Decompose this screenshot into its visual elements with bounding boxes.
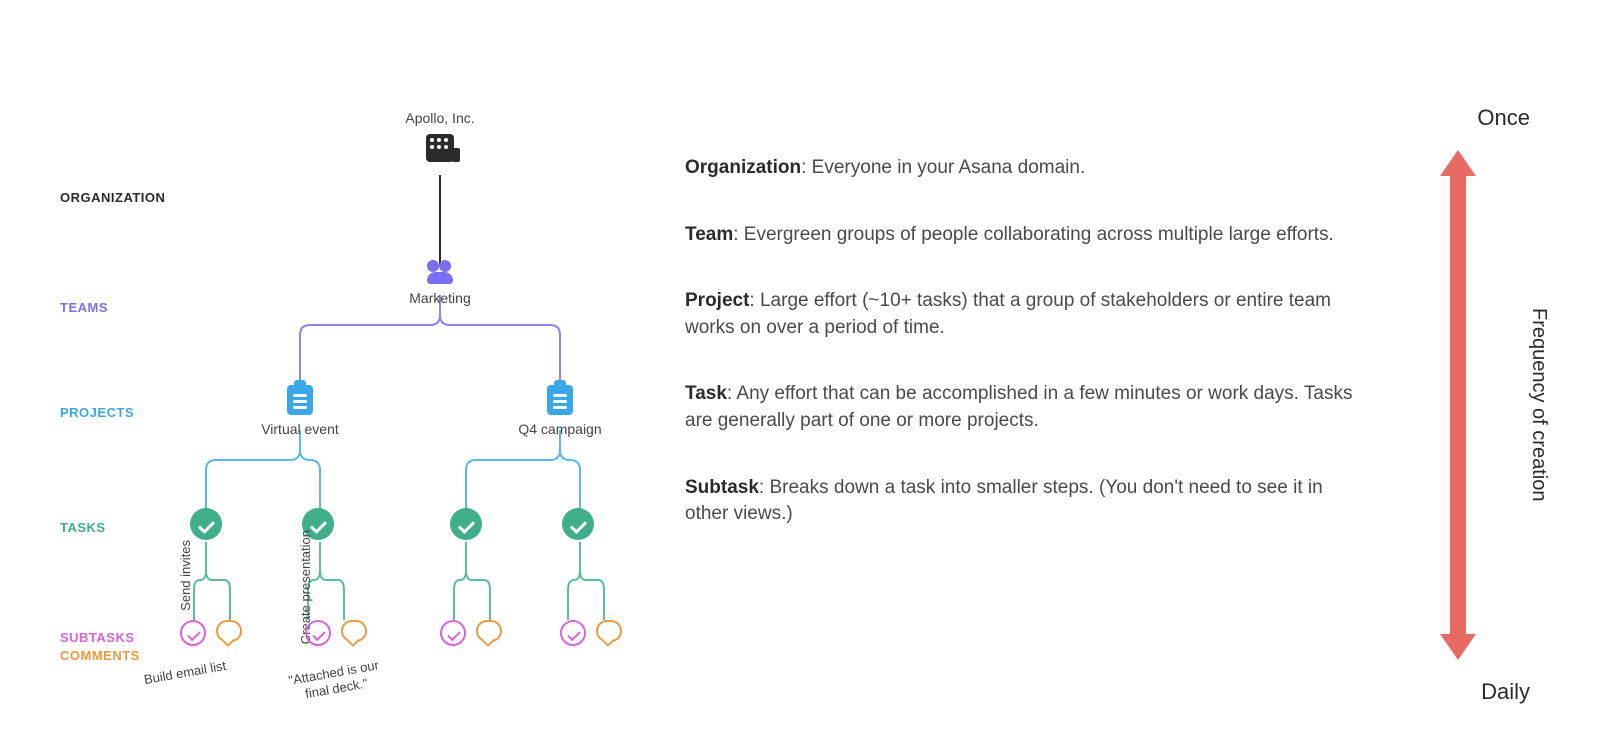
comment-bubble-icon xyxy=(341,620,367,642)
comment-bubble-icon xyxy=(476,620,502,642)
desc-project: Project: Large effort (~10+ tasks) that … xyxy=(685,288,1370,341)
subtask-check-icon xyxy=(560,620,586,646)
frequency-panel: Once Frequency of creation Daily xyxy=(1400,105,1540,705)
side-label-tasks: Tasks xyxy=(60,520,106,535)
freq-side-label: Frequency of creation xyxy=(1527,245,1550,565)
project-a-label: Virtual event xyxy=(240,421,360,437)
check-circle-icon xyxy=(450,508,482,540)
sub-row-3 xyxy=(440,620,502,646)
caption-attached-deck: "Attached is our final deck." xyxy=(278,656,392,706)
team-node: Marketing xyxy=(370,260,510,306)
check-circle-icon xyxy=(562,508,594,540)
subtask-check-icon xyxy=(305,620,331,646)
project-node-a: Virtual event xyxy=(240,385,360,437)
hierarchy-tree: Apollo, Inc. Marketing Virtual event Q4 … xyxy=(160,110,680,730)
freq-top-label: Once xyxy=(1390,105,1530,131)
team-label: Marketing xyxy=(370,290,510,306)
project-b-label: Q4 campaign xyxy=(500,421,620,437)
task-label-1: Send invites xyxy=(178,540,193,611)
desc-task: Task: Any effort that can be accomplishe… xyxy=(685,381,1370,434)
desc-team: Team: Evergreen groups of people collabo… xyxy=(685,222,1370,249)
side-label-projects: Projects xyxy=(60,405,134,420)
org-node: Apollo, Inc. xyxy=(390,110,490,162)
side-label-comments: Comments xyxy=(60,648,140,663)
org-label: Apollo, Inc. xyxy=(390,110,490,126)
clipboard-icon xyxy=(547,385,573,415)
comment-bubble-icon xyxy=(216,620,242,642)
building-icon xyxy=(426,134,454,162)
double-arrow-icon xyxy=(1440,150,1476,660)
comment-bubble-icon xyxy=(596,620,622,642)
sub-row-1 xyxy=(180,620,242,646)
subtask-check-icon xyxy=(180,620,206,646)
sub-row-4 xyxy=(560,620,622,646)
clipboard-icon xyxy=(287,385,313,415)
freq-bottom-label: Daily xyxy=(1390,679,1530,705)
check-circle-icon xyxy=(190,508,222,540)
descriptions: Organization: Everyone in your Asana dom… xyxy=(685,155,1370,568)
people-icon xyxy=(425,260,455,284)
sub-row-2 xyxy=(305,620,367,646)
side-label-teams: Teams xyxy=(60,300,108,315)
desc-organization: Organization: Everyone in your Asana dom… xyxy=(685,155,1370,182)
side-label-organization: Organization xyxy=(60,190,165,205)
desc-subtask: Subtask: Breaks down a task into smaller… xyxy=(685,475,1370,528)
task-row-b xyxy=(450,508,594,540)
subtask-check-icon xyxy=(440,620,466,646)
caption-build-email: Build email list xyxy=(129,656,240,690)
project-node-b: Q4 campaign xyxy=(500,385,620,437)
side-label-subtasks: Subtasks xyxy=(60,630,135,645)
